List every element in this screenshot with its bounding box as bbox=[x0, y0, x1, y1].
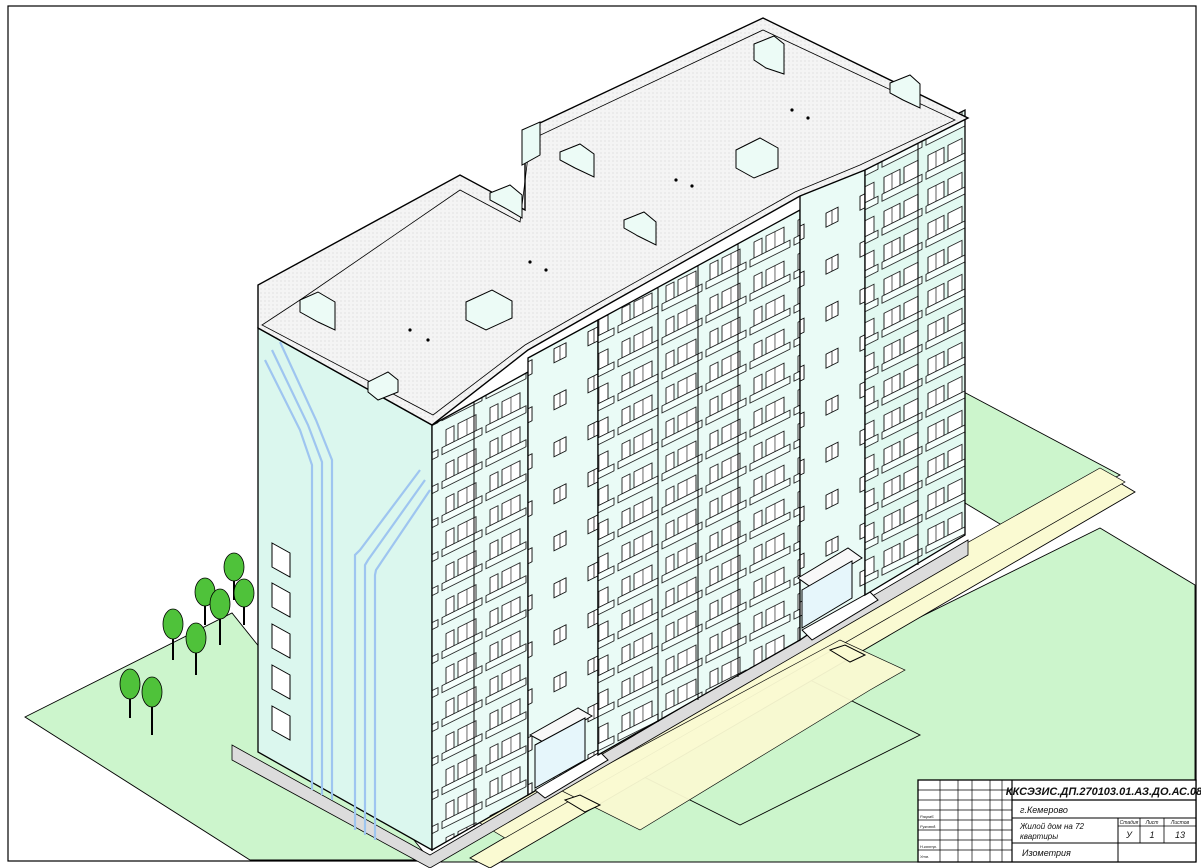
approval-label-2: Руковод. bbox=[920, 824, 936, 829]
approval-label-4: Утв. bbox=[920, 854, 929, 859]
object-name-line1: Жилой дом на 72 bbox=[1019, 822, 1085, 831]
city-label: г.Кемерово bbox=[1020, 805, 1068, 815]
sheet-title: Изометрия bbox=[1022, 848, 1071, 858]
title-block: ККСЭЗИС.ДП.270103.01.АЗ.ДО.АС.08 г.Кемер… bbox=[917, 779, 1201, 863]
facade-left-section bbox=[431, 370, 529, 852]
drawing-code: ККСЭЗИС.ДП.270103.01.АЗ.ДО.АС.08 bbox=[1006, 786, 1201, 798]
sheet-header: Лист bbox=[1145, 820, 1159, 826]
sheets-value: 13 bbox=[1175, 830, 1185, 840]
sheet-value: 1 bbox=[1149, 830, 1154, 840]
tree bbox=[233, 578, 255, 625]
stage-header: Стадия bbox=[1120, 820, 1139, 826]
sheets-header: Листов bbox=[1170, 820, 1190, 826]
facade-right-section bbox=[864, 108, 966, 597]
approval-label-3: Н.контр. bbox=[920, 844, 937, 849]
isometric-drawing: ККСЭЗИС.ДП.270103.01.АЗ.ДО.АС.08 г.Кемер… bbox=[7, 5, 1201, 868]
object-name-line2: квартиры bbox=[1020, 832, 1058, 841]
approval-label-1: Разраб. bbox=[920, 814, 934, 819]
